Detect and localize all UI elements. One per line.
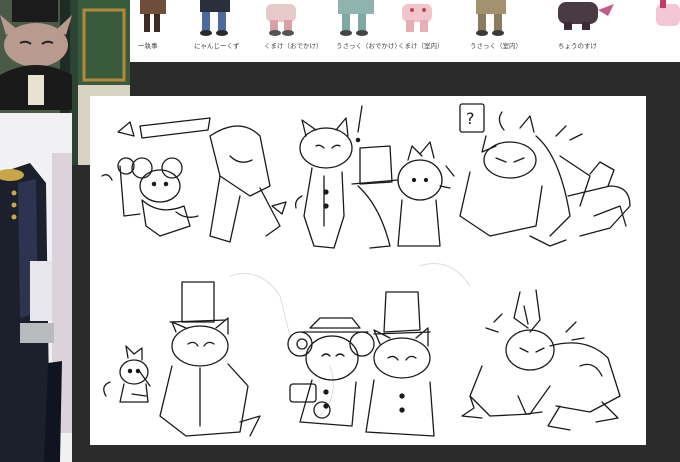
character-label-5: くまけ（室内） — [398, 42, 444, 50]
panel-1 — [101, 117, 287, 243]
reference-illustration-butler-figure — [0, 113, 72, 462]
panel-5 — [287, 291, 435, 437]
panel-3: ? — [439, 103, 631, 247]
svg-text:?: ? — [466, 109, 475, 128]
panel-6 — [461, 289, 621, 431]
faint-guide-lines — [229, 263, 471, 417]
character-label-7: ちょうのすけ — [558, 42, 597, 50]
character-reference-legs — [140, 0, 680, 36]
workspace-gutter-left — [72, 165, 90, 462]
canvas-sketches: ? — [101, 103, 631, 437]
character-label-3: くまけ（おでかけ） — [264, 42, 323, 50]
character-reference-strip[interactable]: ー執事 にゃんじーくず くまけ（おでかけ） うさっく（おでかけ） くまけ（室内）… — [130, 0, 680, 62]
workspace-gutter-right — [646, 62, 680, 462]
character-label-4: うさっく（おでかけ） — [336, 42, 401, 50]
character-label-1: ー執事 — [138, 42, 158, 50]
panel-4 — [103, 281, 261, 437]
panel-2 — [294, 105, 443, 249]
drawing-app-window: ー執事 にゃんじーくず くまけ（おでかけ） うさっく（おでかけ） くまけ（室内）… — [0, 0, 680, 462]
character-label-2: にゃんじーくず — [194, 42, 240, 50]
drawing-canvas[interactable]: ? — [90, 96, 646, 445]
reference-image-left[interactable] — [0, 113, 72, 462]
character-label-6: うさっく（室内） — [470, 42, 522, 50]
